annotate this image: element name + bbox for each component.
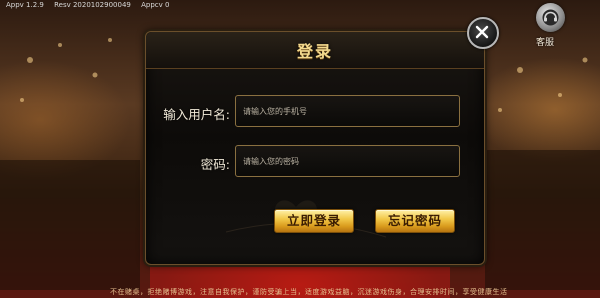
username-label: 输入用户名: (163, 107, 230, 122)
password-input[interactable] (235, 145, 460, 177)
login-button[interactable]: 立即登录 (274, 209, 354, 233)
forgot-password-button[interactable]: 忘记密码 (375, 209, 455, 233)
res-version: Resv 2020102900049 (54, 1, 131, 9)
dialog-header: 登录 (146, 32, 484, 69)
version-info: Appv 1.2.9 Resv 2020102900049 Appcv 0 (6, 1, 177, 9)
close-button[interactable] (467, 17, 499, 49)
appc-version: Appcv 0 (141, 1, 170, 9)
login-dialog: 登录 输入用户名: 密码: 立即登录 忘记密码 (145, 31, 485, 265)
headset-icon (536, 3, 565, 32)
dialog-title: 登录 (296, 42, 333, 61)
close-icon (475, 25, 489, 39)
customer-service-button[interactable]: 客服 (533, 3, 569, 49)
customer-service-label: 客服 (536, 38, 555, 48)
scrolling-notice: 不在赌桌，拒绝赌博游戏，注意自我保护，谨防受骗上当，适度游戏益脑，沉迷游戏伤身，… (110, 288, 508, 296)
username-input[interactable] (235, 95, 460, 127)
app-version: Appv 1.2.9 (6, 1, 44, 9)
password-label: 密码: (200, 157, 230, 172)
